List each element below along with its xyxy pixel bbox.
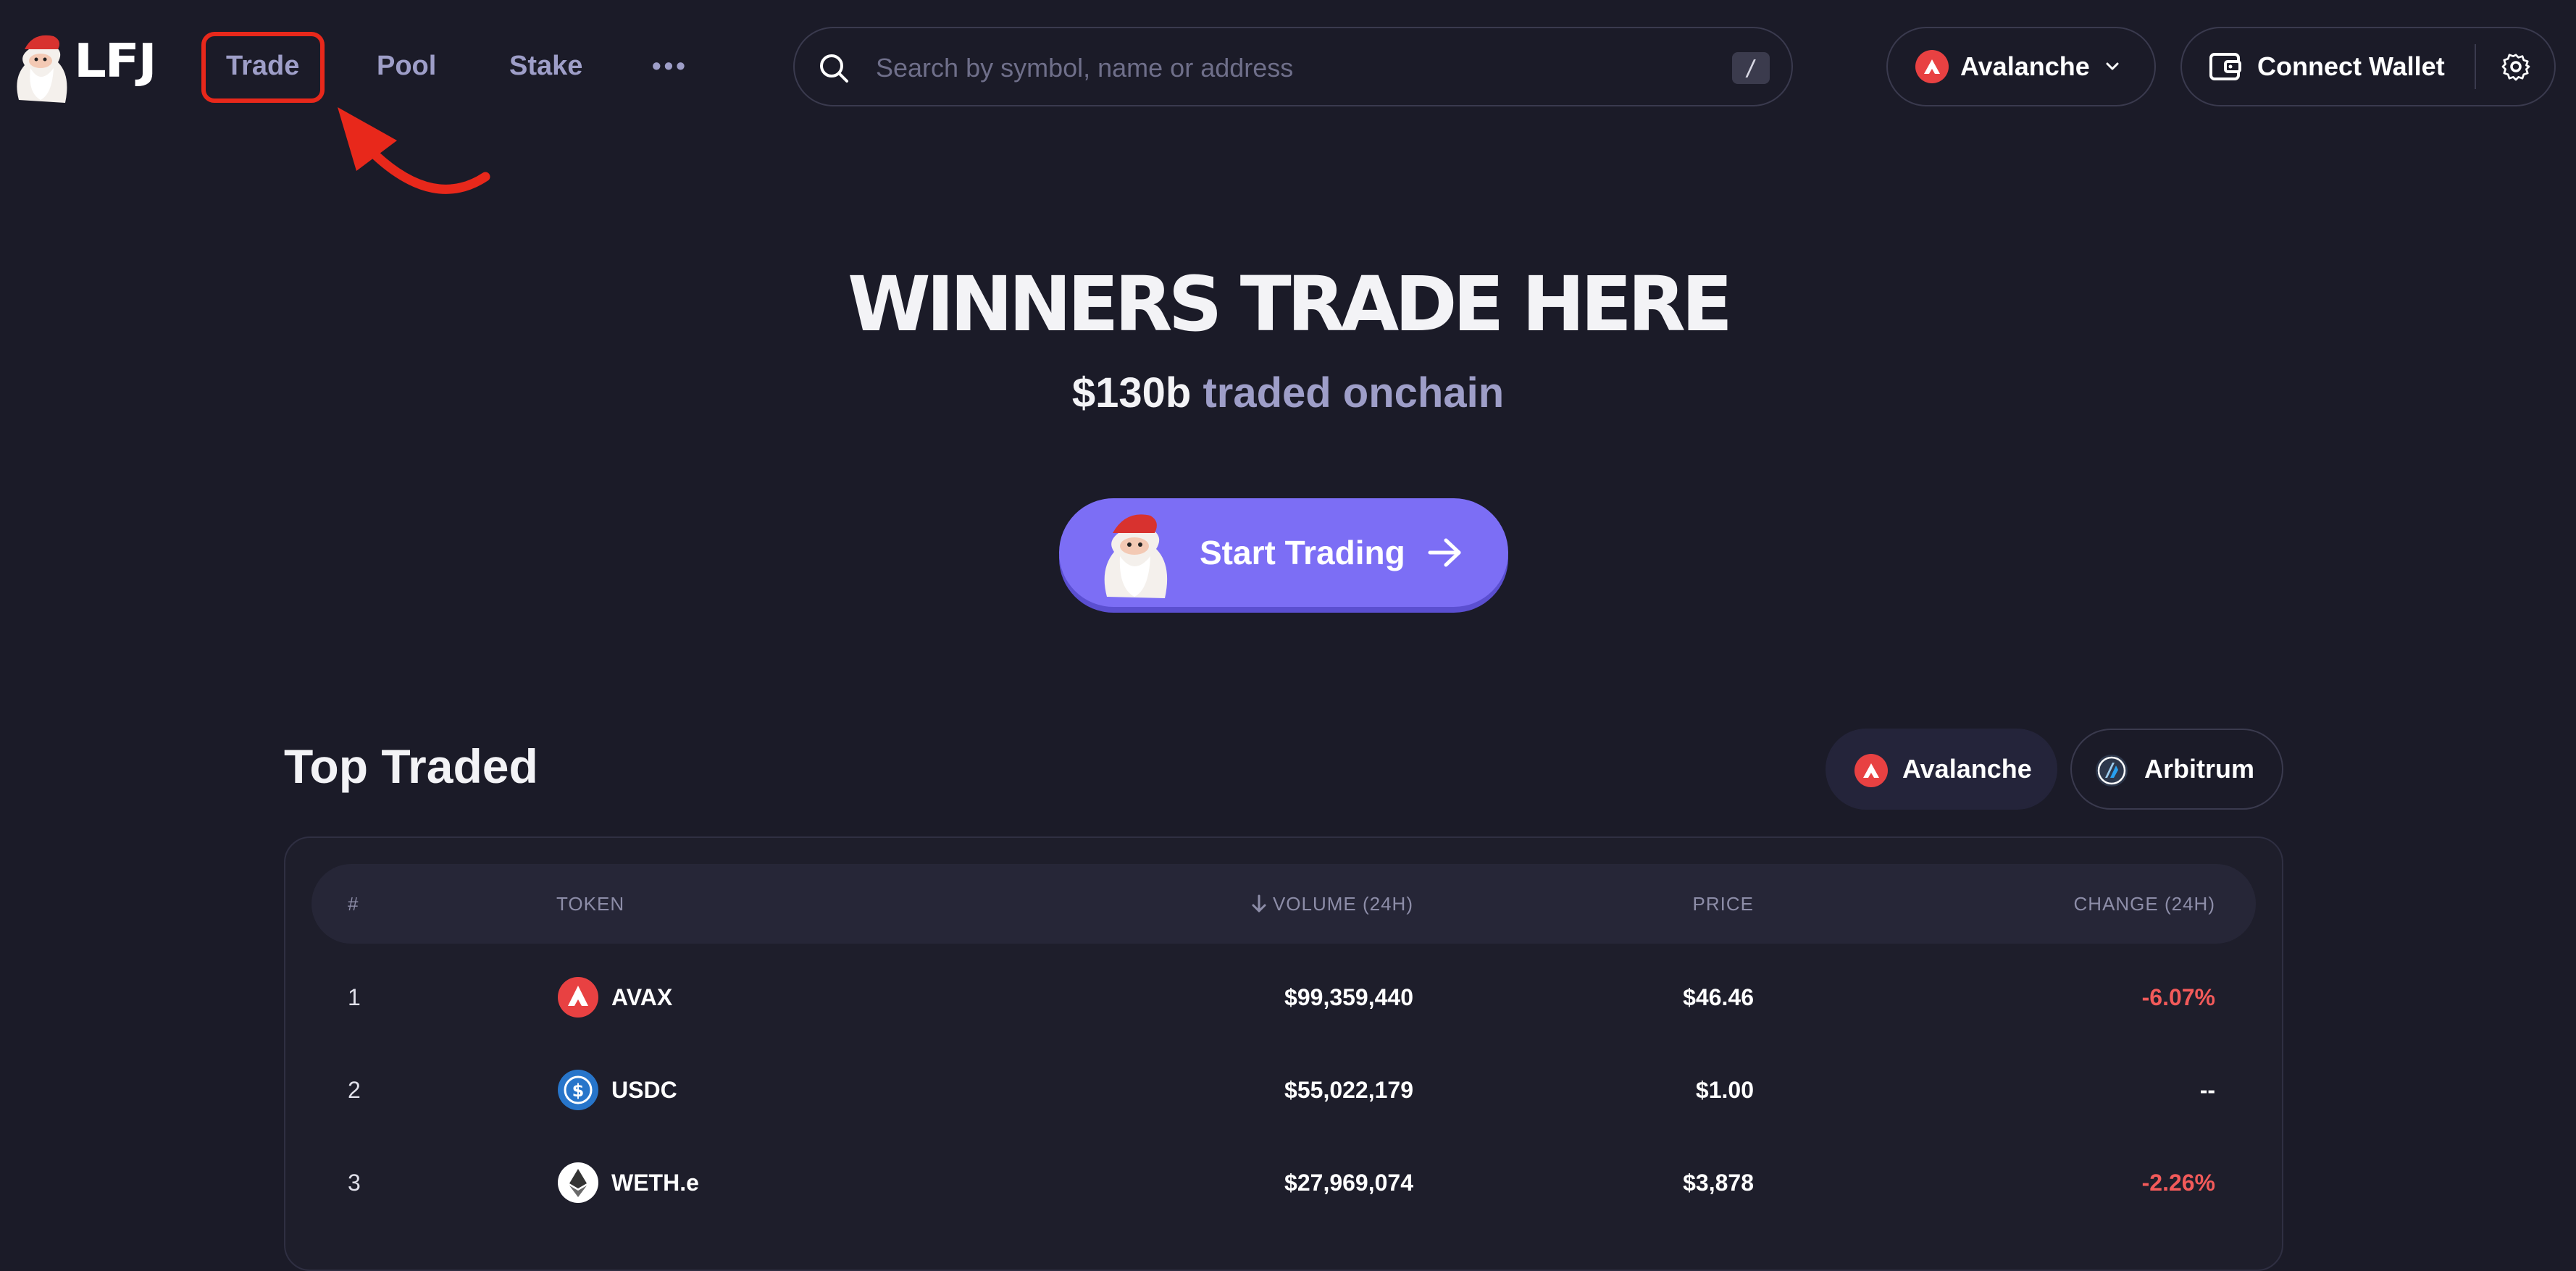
connect-wallet-button[interactable]: Connect Wallet: [2257, 28, 2445, 105]
logo-text: LFJ: [74, 35, 157, 88]
chain-label-arbitrum: Arbitrum: [2144, 754, 2254, 784]
avalanche-icon: [1854, 754, 1888, 787]
search-input[interactable]: [874, 43, 1707, 93]
row-change: -6.07%: [2141, 983, 2215, 1010]
row-token: WETH.e: [558, 1136, 699, 1229]
chevron-down-icon: [2106, 62, 2119, 70]
row-rank: 1: [348, 983, 361, 1010]
hero-title: WINNERS TRADE HERE: [847, 260, 1733, 348]
usdc-token-icon: $: [558, 1070, 598, 1110]
sort-descending-icon: [1252, 894, 1266, 913]
row-price: $1.00: [1695, 1076, 1754, 1103]
token-symbol: USDC: [611, 1076, 677, 1103]
search-bar[interactable]: /: [793, 27, 1793, 106]
arrow-right-icon: [1428, 538, 1461, 567]
network-selector[interactable]: Avalanche: [1886, 27, 2156, 106]
column-header-price[interactable]: PRICE: [1693, 864, 1754, 944]
wallet-icon: [2209, 53, 2241, 80]
start-trading-label: Start Trading: [1200, 534, 1405, 571]
mascot-icon: [1104, 514, 1168, 598]
chain-filter-arbitrum[interactable]: Arbitrum: [2070, 729, 2283, 810]
row-token: AVAX: [558, 951, 672, 1044]
table-row[interactable]: 1 AVAX $99,359,440 $46.46 -6.07%: [311, 951, 2256, 1044]
row-change: -2.26%: [2141, 1169, 2215, 1196]
avax-token-icon: [558, 977, 598, 1018]
token-symbol: AVAX: [611, 983, 673, 1010]
hero-subtitle: $130b traded onchain: [0, 366, 2576, 421]
wallet-divider: [2475, 44, 2476, 89]
top-traded-title: Top Traded: [284, 739, 538, 793]
start-trading-button[interactable]: Start Trading: [1059, 498, 1508, 607]
svg-text:$: $: [572, 1081, 585, 1101]
ethereum-token-icon: [558, 1162, 598, 1203]
row-volume: $27,969,074: [1284, 1169, 1413, 1196]
column-header-volume[interactable]: VOLUME (24H): [1250, 864, 1413, 944]
chain-label-avalanche: Avalanche: [1902, 754, 2032, 784]
chain-filter-avalanche[interactable]: Avalanche: [1826, 729, 2057, 810]
row-change: --: [2199, 1076, 2215, 1103]
search-shortcut-key: /: [1732, 52, 1770, 84]
table-header: # TOKEN VOLUME (24H) PRICE CHANGE (24H): [311, 864, 2256, 944]
annotation-arrow-icon: [338, 107, 490, 194]
row-price: $3,878: [1683, 1169, 1754, 1196]
top-header: LFJ Trade Pool Stake ••• / Avalanche Con…: [0, 0, 2576, 194]
lfj-logo[interactable]: LFJ: [12, 28, 164, 107]
wallet-group: Connect Wallet: [2180, 27, 2556, 106]
network-label: Avalanche: [1960, 51, 2090, 81]
row-rank: 3: [348, 1169, 361, 1196]
avalanche-icon: [1915, 50, 1949, 83]
row-volume: $99,359,440: [1284, 983, 1413, 1010]
nav-stake[interactable]: Stake: [509, 41, 582, 91]
column-header-token[interactable]: TOKEN: [556, 864, 624, 944]
column-header-change[interactable]: CHANGE (24H): [2074, 864, 2215, 944]
row-token: $ USDC: [558, 1044, 677, 1136]
column-header-rank: #: [348, 892, 359, 915]
traded-onchain-text: traded onchain: [1203, 369, 1505, 416]
arbitrum-icon: [2096, 755, 2128, 786]
nav-pool[interactable]: Pool: [377, 41, 436, 91]
column-header-volume-label: VOLUME (24H): [1272, 892, 1413, 915]
traded-amount: $130b: [1071, 369, 1192, 416]
token-symbol: WETH.e: [611, 1169, 699, 1196]
nav-more-menu[interactable]: •••: [652, 41, 688, 91]
top-traded-table: # TOKEN VOLUME (24H) PRICE CHANGE (24H) …: [284, 836, 2283, 1271]
row-price: $46.46: [1683, 983, 1754, 1010]
row-rank: 2: [348, 1076, 361, 1103]
search-icon: [820, 54, 848, 83]
mascot-icon: [17, 35, 67, 103]
gear-icon[interactable]: [2501, 51, 2531, 82]
annotation-highlight-box: [201, 32, 325, 103]
table-row[interactable]: 2 $ USDC $55,022,179 $1.00 --: [311, 1044, 2256, 1136]
row-volume: $55,022,179: [1284, 1076, 1413, 1103]
table-row[interactable]: 3 WETH.e $27,969,074 $3,878 -2.26%: [311, 1136, 2256, 1229]
